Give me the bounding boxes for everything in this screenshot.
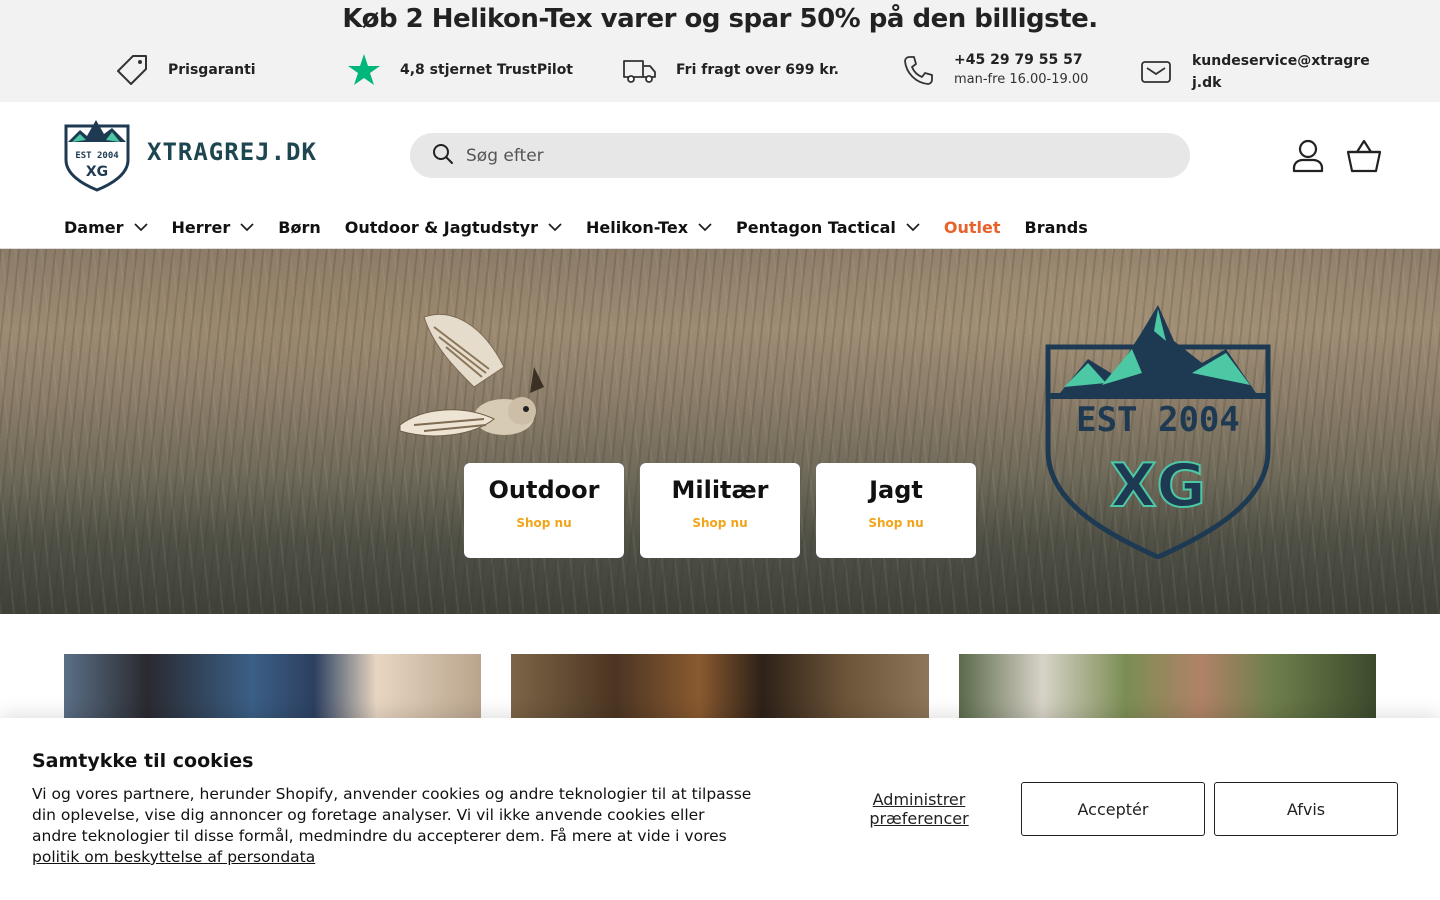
nav-item-helikon-tex[interactable]: Helikon-Tex (586, 218, 712, 237)
account-icon[interactable] (1290, 138, 1326, 174)
nav-item-outdoor-jagtudstyr[interactable]: Outdoor & Jagtudstyr (345, 218, 562, 237)
email-address: kundeservice@xtragrej.dk (1192, 53, 1370, 91)
cookie-body: Vi og vores partnere, herunder Shopify, … (32, 784, 752, 868)
category-title: Militær (671, 476, 769, 504)
collection-image-3[interactable] (959, 654, 1376, 724)
site-header: EST 2004 XG XTRAGREJ.DK Damer Herrer Bør… (0, 102, 1440, 249)
nav-item-label: Herrer (171, 218, 231, 237)
usp-email[interactable]: kundeservice@xtragrej.dk (1138, 50, 1378, 94)
nav-item-damer[interactable]: Damer (64, 218, 148, 237)
hero-badge-monogram: XG (1110, 451, 1206, 521)
search-input[interactable] (466, 145, 1146, 166)
privacy-policy-link[interactable]: politik om beskyttelse af persondata (32, 848, 315, 866)
hero-banner: EST 2004 XG Outdoor Shop nu Militær Shop… (0, 249, 1440, 614)
chevron-down-icon (698, 223, 712, 232)
nav-item-label: Brands (1024, 218, 1088, 237)
hero-badge-text: EST 2004 (1076, 400, 1240, 440)
logo-monogram: XG (86, 164, 108, 180)
decline-button[interactable]: Afvis (1214, 782, 1398, 836)
phone-hours: man-fre 16.00-19.00 (954, 72, 1089, 87)
mail-icon (1138, 54, 1174, 90)
star-icon (346, 52, 382, 88)
nav-item-label: Helikon-Tex (585, 218, 689, 237)
logo-badge-text: EST 2004 (75, 151, 119, 161)
category-title: Jagt (869, 476, 923, 504)
manage-preferences-link[interactable]: Administrer præferencer (858, 790, 980, 828)
owl-image (394, 307, 550, 447)
category-title: Outdoor (488, 476, 600, 504)
cookie-title: Samtykke til cookies (32, 750, 254, 772)
shop-now-link[interactable]: Shop nu (816, 516, 976, 530)
announcement-text: Køb 2 Helikon-Tex varer og spar 50% på d… (342, 4, 1098, 34)
cart-icon[interactable] (1345, 138, 1383, 174)
shop-now-link[interactable]: Shop nu (640, 516, 800, 530)
cookie-consent-banner: Samtykke til cookies Vi og vores partner… (0, 718, 1440, 900)
collection-image-2[interactable] (511, 654, 929, 724)
main-nav: Damer Herrer Børn Outdoor & Jagtudstyr H… (64, 218, 1088, 237)
search-icon[interactable] (432, 143, 454, 169)
usp-free-shipping[interactable]: Fri fragt over 699 kr. (622, 52, 839, 88)
phone-icon (900, 52, 936, 88)
accept-button[interactable]: Acceptér (1021, 782, 1205, 836)
category-card-outdoor[interactable]: Outdoor Shop nu (464, 463, 624, 558)
nav-item-label: Damer (64, 218, 124, 237)
search-bar[interactable] (410, 133, 1190, 178)
collection-image-1[interactable] (64, 654, 481, 724)
truck-icon (622, 52, 658, 88)
usp-label: Fri fragt over 699 kr. (676, 62, 839, 78)
usp-bar: Køb 2 Helikon-Tex varer og spar 50% på d… (0, 0, 1440, 102)
usp-label: Prisgaranti (168, 62, 256, 78)
chevron-down-icon (548, 223, 562, 232)
nav-item-outlet[interactable]: Outlet (944, 218, 1001, 237)
nav-item-born[interactable]: Børn (278, 218, 320, 237)
price-tag-icon (114, 52, 150, 88)
chevron-down-icon (133, 223, 148, 232)
nav-item-herrer[interactable]: Herrer (172, 218, 255, 237)
nav-item-label: Outdoor & Jagtudstyr (344, 218, 538, 237)
chevron-down-icon (240, 223, 254, 232)
phone-number: +45 29 79 55 57 (954, 52, 1083, 68)
nav-item-label: Pentagon Tactical (736, 218, 896, 237)
nav-item-pentagon-tactical[interactable]: Pentagon Tactical (736, 218, 920, 237)
usp-price-guarantee[interactable]: Prisgaranti (114, 52, 256, 88)
nav-item-label: Outlet (943, 218, 1001, 237)
nav-item-brands[interactable]: Brands (1025, 218, 1088, 237)
logo-badge[interactable]: EST 2004 XG (62, 116, 132, 192)
usp-label: 4,8 stjernet TrustPilot (400, 62, 574, 78)
logo-wordmark[interactable]: XTRAGREJ.DK (147, 138, 317, 166)
chevron-down-icon (906, 223, 920, 232)
hero-brand-badge: EST 2004 XG (1042, 301, 1274, 560)
nav-item-label: Børn (278, 218, 321, 237)
usp-trustpilot[interactable]: 4,8 stjernet TrustPilot (346, 52, 573, 88)
category-card-militaer[interactable]: Militær Shop nu (640, 463, 800, 558)
cookie-body-text: Vi og vores partnere, herunder Shopify, … (32, 785, 752, 845)
shop-now-link[interactable]: Shop nu (464, 516, 624, 530)
category-card-jagt[interactable]: Jagt Shop nu (816, 463, 976, 558)
usp-phone[interactable]: +45 29 79 55 57 man-fre 16.00-19.00 (900, 50, 1088, 90)
